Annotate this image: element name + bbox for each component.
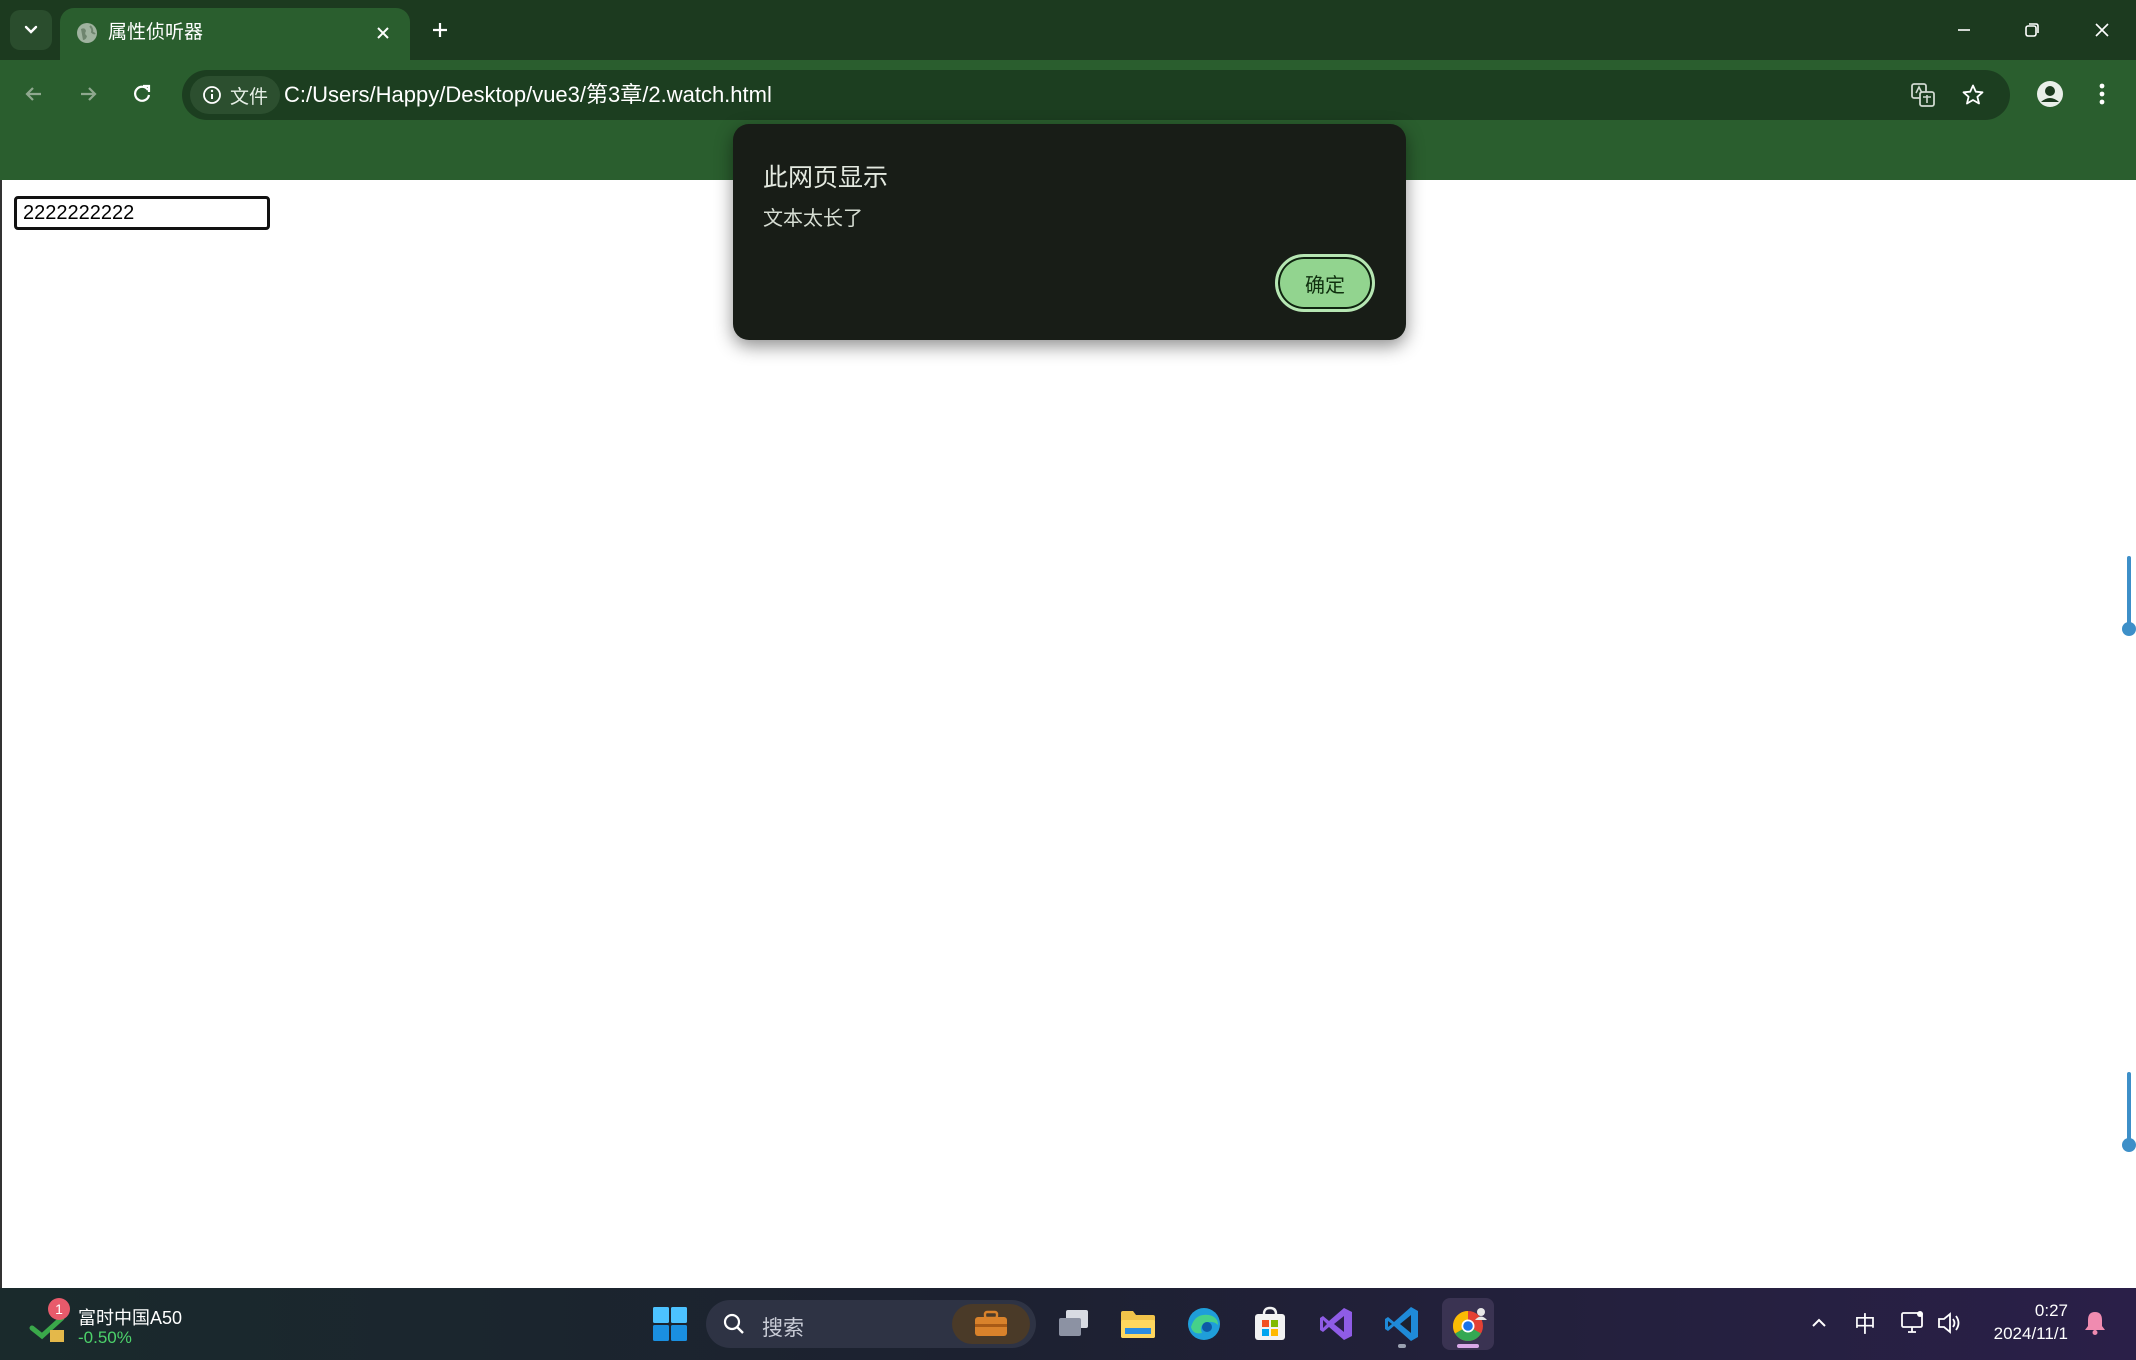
address-bar[interactable]: 文件 C:/Users/Happy/Desktop/vue3/第3章/2.wat… <box>182 70 2010 120</box>
windows-logo-icon <box>653 1307 687 1341</box>
tab-active[interactable]: 属性侦听器 <box>60 8 410 60</box>
new-tab-button[interactable] <box>424 14 456 46</box>
url-text[interactable]: C:/Users/Happy/Desktop/vue3/第3章/2.watch.… <box>284 82 772 108</box>
network-icon <box>1901 1311 1923 1333</box>
chrome-icon <box>1452 1308 1487 1342</box>
volume-button[interactable] <box>1932 1306 1966 1340</box>
ime-label: 中 <box>1853 1312 1876 1337</box>
folder-icon <box>1121 1311 1155 1338</box>
profile-button[interactable] <box>2030 74 2070 114</box>
arrow-left-icon <box>25 87 41 101</box>
file-explorer-button[interactable] <box>1112 1298 1164 1350</box>
reload-button[interactable] <box>122 74 162 114</box>
show-hidden-icons-button[interactable] <box>1802 1306 1836 1340</box>
minimize-icon <box>1958 29 1970 31</box>
dialog-message: 文本太长了 <box>763 208 863 230</box>
vscode-button[interactable] <box>1376 1298 1428 1350</box>
star-icon <box>1962 84 1984 105</box>
tab-search-button[interactable] <box>10 10 52 50</box>
notifications-button[interactable] <box>2078 1306 2112 1340</box>
restore-button[interactable] <box>2010 8 2054 52</box>
visual-studio-button[interactable] <box>1310 1298 1362 1350</box>
edge-button[interactable] <box>1178 1298 1230 1350</box>
restore-icon <box>2025 23 2039 37</box>
taskbar-search[interactable]: 搜索 <box>706 1300 1036 1348</box>
start-button[interactable] <box>648 1302 692 1346</box>
chrome-button[interactable] <box>1442 1298 1494 1350</box>
site-info-label: 文件 <box>230 86 269 108</box>
clock-date: 2024/11/1 <box>1993 1324 2068 1343</box>
visual-studio-icon <box>1320 1308 1352 1340</box>
tab-close-button[interactable] <box>370 20 396 46</box>
close-icon <box>2095 23 2109 37</box>
chevron-up-icon <box>1812 1318 1826 1327</box>
close-icon <box>377 27 389 39</box>
site-info-button[interactable]: 文件 <box>190 76 280 114</box>
dialog-ok-button[interactable]: 确定 <box>1275 254 1375 312</box>
widget-badge: 1 <box>48 1298 70 1320</box>
page-content <box>0 180 2136 1288</box>
network-button[interactable] <box>1896 1306 1930 1340</box>
taskbar: 1 富时中国A50 -0.50% 搜索 中 0:27 2024/11/1 <box>0 1288 2136 1360</box>
dialog-title: 此网页显示 <box>763 164 889 192</box>
search-placeholder: 搜索 <box>762 1317 804 1340</box>
reload-icon <box>134 84 151 102</box>
scroll-marker-top[interactable] <box>2122 556 2136 636</box>
back-button[interactable] <box>14 74 54 114</box>
forward-button[interactable] <box>68 74 108 114</box>
chevron-down-icon <box>24 25 38 34</box>
running-indicator <box>1398 1344 1406 1348</box>
minimize-button[interactable] <box>1942 8 1986 52</box>
arrow-right-icon <box>81 87 97 101</box>
vscode-icon <box>1385 1307 1418 1341</box>
bookmark-button[interactable] <box>1956 78 1990 112</box>
clock-time: 0:27 <box>2034 1301 2068 1320</box>
ime-indicator[interactable]: 中 <box>1848 1306 1882 1340</box>
widget-change: -0.50% <box>78 1328 132 1347</box>
tab-strip: 属性侦听器 <box>0 0 2136 60</box>
plus-icon <box>433 23 447 37</box>
text-input[interactable] <box>14 196 270 230</box>
avatar-icon <box>2037 81 2063 107</box>
translate-button[interactable] <box>1906 78 1940 112</box>
globe-icon <box>77 23 97 43</box>
info-icon <box>203 86 221 104</box>
browser-menu-button[interactable] <box>2084 74 2120 114</box>
taskbar-clock[interactable]: 0:27 2024/11/1 <box>1978 1300 2068 1346</box>
scroll-marker-bottom[interactable] <box>2122 1072 2136 1152</box>
store-button[interactable] <box>1244 1298 1296 1350</box>
briefcase-icon <box>975 1310 1007 1336</box>
bell-icon <box>2085 1312 2105 1335</box>
stock-widget[interactable]: 1 富时中国A50 -0.50% <box>28 1298 208 1350</box>
widget-title: 富时中国A50 <box>78 1308 183 1328</box>
alert-dialog: 此网页显示 文本太长了 确定 <box>733 124 1406 340</box>
edge-icon <box>1188 1308 1220 1340</box>
close-window-button[interactable] <box>2080 8 2124 52</box>
task-view-icon <box>1059 1310 1088 1336</box>
speaker-icon <box>1938 1312 1960 1334</box>
more-vertical-icon <box>2099 83 2105 105</box>
task-view-button[interactable] <box>1048 1298 1100 1350</box>
store-icon <box>1255 1306 1285 1340</box>
translate-icon <box>1911 83 1935 107</box>
active-indicator <box>1457 1344 1479 1348</box>
search-highlight[interactable] <box>952 1304 1030 1344</box>
search-icon <box>723 1313 744 1334</box>
tab-title: 属性侦听器 <box>108 22 204 43</box>
